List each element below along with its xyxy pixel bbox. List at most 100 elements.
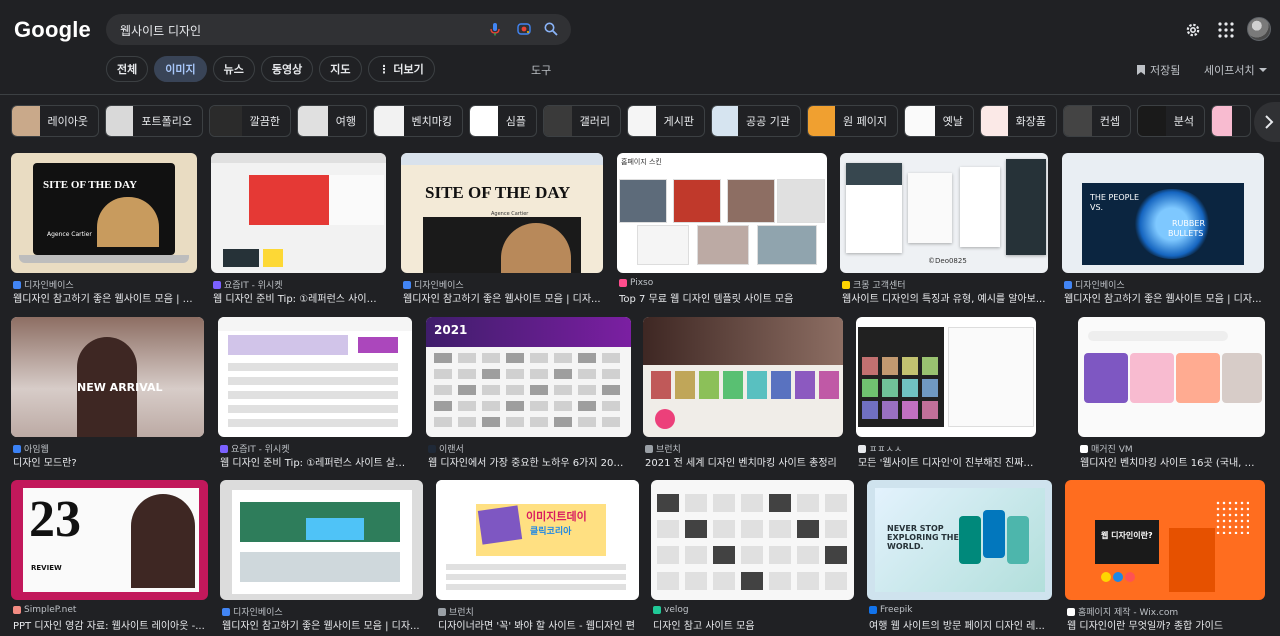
- tab-more[interactable]: ⋮ 더보기: [367, 56, 435, 82]
- tab-videos[interactable]: 동영상: [260, 56, 314, 82]
- filter-chip[interactable]: 화장품: [980, 105, 1057, 137]
- result-title[interactable]: 웹디자인 참고하기 좋은 웹사이트 모음 | 디자...: [403, 290, 601, 305]
- result-source[interactable]: SimpleP.net: [13, 605, 76, 615]
- blue-box: [306, 518, 364, 540]
- result-thumbnail[interactable]: [211, 153, 386, 273]
- filter-chip[interactable]: 공공 기관: [711, 105, 801, 137]
- image-result[interactable]: 브런치 2021 전 세계 디자인 벤치마킹 사이트 총정리: [643, 317, 843, 469]
- tab-news[interactable]: 뉴스: [212, 56, 255, 82]
- tools-button[interactable]: 도구: [531, 62, 551, 78]
- chips-next-button[interactable]: [1254, 102, 1280, 142]
- result-thumbnail[interactable]: SITE OF THE DAY Agence Cartier: [401, 153, 603, 273]
- result-thumbnail[interactable]: [643, 317, 843, 437]
- result-thumbnail[interactable]: NEVER STOP EXPLORING THE WORLD.: [867, 480, 1052, 600]
- search-input[interactable]: 웹사이트 디자인: [120, 22, 201, 39]
- image-result[interactable]: NEVER STOP EXPLORING THE WORLD. Freepik 여행 웹…: [867, 480, 1052, 632]
- tab-all[interactable]: 전체: [106, 56, 149, 82]
- result-thumbnail[interactable]: 이미지트데이 클릭코리아: [436, 480, 639, 600]
- result-title[interactable]: Top 7 무료 웹 디자인 템플릿 사이트 모음: [619, 290, 825, 305]
- image-result[interactable]: ©Deo0825 크몽 고객센터 웹사이트 디자인의 특징과 유형, 예시를 알아보…: [840, 153, 1048, 305]
- filter-chip[interactable]: 옛날: [904, 105, 974, 137]
- result-title[interactable]: PPT 디자인 영감 자료: 웹사이트 레이아웃 -...: [13, 617, 206, 632]
- filter-chip[interactable]: 깔끔한: [209, 105, 291, 137]
- result-source[interactable]: velog: [653, 605, 689, 615]
- logo-tile: [482, 369, 500, 379]
- filter-chip[interactable]: 포트폴리오: [105, 105, 203, 137]
- lens-camera-icon[interactable]: [516, 21, 532, 37]
- result-thumbnail[interactable]: THE PEOPLE VS. RUBBER BULLETS: [1062, 153, 1264, 273]
- filter-chip[interactable]: 여행: [297, 105, 367, 137]
- result-thumbnail[interactable]: [1078, 317, 1265, 437]
- result-title[interactable]: 웹사이트 디자인의 특징과 유형, 예시를 알아보...: [842, 290, 1046, 305]
- gear-icon[interactable]: [1184, 21, 1202, 39]
- favicon-icon: [428, 444, 436, 453]
- result-thumbnail[interactable]: [218, 317, 412, 437]
- image-result[interactable]: 요즘IT - 위시켓 웹 디자인 준비 Tip: ①레퍼런스 사이트 ...: [211, 153, 386, 305]
- result-title[interactable]: 웹 디자인 준비 Tip: ①레퍼런스 사이트 살펴...: [220, 454, 410, 469]
- result-title[interactable]: 웹디자인 참고하기 좋은 웹사이트 모음 | 디자...: [222, 617, 421, 632]
- google-logo[interactable]: Google: [14, 17, 91, 43]
- bookmark-icon: [1137, 65, 1145, 75]
- result-title[interactable]: 여행 웹 사이트의 방문 페이지 디자인 레...: [869, 617, 1050, 632]
- image-result[interactable]: 디자인베이스 웹디자인 참고하기 좋은 웹사이트 모음 | 디자...: [220, 480, 423, 632]
- result-title[interactable]: 모든 '웹사이트 디자인'이 진부해진 진짜 이유는...: [858, 454, 1034, 469]
- image-result[interactable]: NEW ARRIVAL 아임웹 디자인 모드란?: [11, 317, 204, 469]
- search-icon[interactable]: [543, 21, 559, 37]
- safesearch-dropdown[interactable]: 세이프서치: [1204, 62, 1267, 78]
- image-result[interactable]: velog 디자인 참고 사이트 모음: [651, 480, 854, 632]
- filter-chip[interactable]: 갤러리: [543, 105, 621, 137]
- red-hero: [249, 175, 329, 225]
- image-result[interactable]: 2021 이랜서 웹 디자인에서 가장 중요한 노하우 6가지 202...: [426, 317, 631, 469]
- card-text: 웹 디자인이란?: [1101, 531, 1153, 540]
- image-result[interactable]: 요즘IT - 위시켓 웹 디자인 준비 Tip: ①레퍼런스 사이트 살펴...: [218, 317, 412, 469]
- microphone-icon[interactable]: [487, 21, 503, 37]
- image-result[interactable]: 웹 디자인이란? 홈페이지 제작 - Wix.com 웹 디자인이란 무엇일까? 종…: [1065, 480, 1265, 632]
- result-title[interactable]: 웹 디자인이란 무엇일까? 종합 가이드: [1067, 617, 1263, 632]
- image-result[interactable]: ㅍㅍㅅㅅ모든 '웹사이트 디자인'이 진부해진 진짜 이유는...: [856, 317, 1036, 469]
- result-thumbnail[interactable]: [220, 480, 423, 600]
- search-box[interactable]: 웹사이트 디자인: [106, 14, 571, 45]
- result-thumbnail[interactable]: NEW ARRIVAL: [11, 317, 204, 437]
- result-source[interactable]: Pixso: [619, 278, 653, 288]
- image-result[interactable]: SITE OF THE DAY Agence Cartier 디자인베이스 웹디자인 …: [11, 153, 197, 305]
- result-thumbnail[interactable]: 홈페이지 스킨: [617, 153, 827, 273]
- tab-images[interactable]: 이미지: [154, 56, 207, 82]
- result-thumbnail[interactable]: 2021: [426, 317, 631, 437]
- image-result[interactable]: 23 REVIEW SimpleP.net PPT 디자인 영감 자료: 웹사이트 레…: [11, 480, 208, 632]
- result-title[interactable]: 웹 디자인 준비 Tip: ①레퍼런스 사이트 ...: [213, 290, 384, 305]
- result-title[interactable]: 웹 디자인에서 가장 중요한 노하우 6가지 202...: [428, 454, 629, 469]
- result-thumbnail[interactable]: ©Deo0825: [840, 153, 1048, 273]
- apps-grid-icon[interactable]: [1217, 21, 1235, 39]
- filter-chip[interactable]: 레이아웃: [11, 105, 99, 137]
- image-result[interactable]: 매거진 VM 웹디자인 벤치마킹 사이트 16곳 (국내, 해...: [1078, 317, 1265, 469]
- image-result[interactable]: 홈페이지 스킨 Pixso Top 7 무료 웹 디자인 템플릿 사이트 모음: [617, 153, 827, 305]
- image-result[interactable]: 이미지트데이 클릭코리아 브런치 디자이너라면 '꼭' 봐야 할 사이트 - 웹디자인…: [436, 480, 639, 632]
- result-thumbnail[interactable]: 23 REVIEW: [11, 480, 208, 600]
- result-source[interactable]: Freepik: [869, 605, 913, 615]
- result-thumbnail[interactable]: [651, 480, 854, 600]
- chip-thumbnail: [106, 106, 134, 136]
- filter-chip[interactable]: 게시판: [627, 105, 705, 137]
- result-title[interactable]: 디자인 모드란?: [13, 454, 202, 469]
- account-avatar[interactable]: [1247, 17, 1271, 41]
- result-thumbnail[interactable]: SITE OF THE DAY Agence Cartier: [11, 153, 197, 273]
- result-title[interactable]: 디자인 참고 사이트 모음: [653, 617, 852, 632]
- result-title[interactable]: 웹디자인 벤치마킹 사이트 16곳 (국내, 해...: [1080, 454, 1263, 469]
- image-result[interactable]: THE PEOPLE VS. RUBBER BULLETS 디자인베이스 웹디자인 참고하…: [1062, 153, 1264, 305]
- result-thumbnail[interactable]: 웹 디자인이란?: [1065, 480, 1265, 600]
- result-title[interactable]: 2021 전 세계 디자인 벤치마킹 사이트 총정리: [645, 454, 841, 469]
- filter-chip[interactable]: 컨셉: [1063, 105, 1131, 137]
- tab-maps[interactable]: 지도: [319, 56, 362, 82]
- saved-button[interactable]: 저장됨: [1136, 62, 1180, 78]
- filter-chip[interactable]: 벤치마킹: [373, 105, 463, 137]
- filter-chip[interactable]: [1211, 105, 1251, 137]
- filter-chip[interactable]: 원 페이지: [807, 105, 898, 137]
- filter-chip[interactable]: 심플: [469, 105, 537, 137]
- filter-chip[interactable]: 분석: [1137, 105, 1205, 137]
- result-title[interactable]: 디자이너라면 '꼭' 봐야 할 사이트 - 웹디자인 편: [438, 617, 637, 632]
- image-result[interactable]: SITE OF THE DAY Agence Cartier 디자인베이스 웹디자인 …: [401, 153, 603, 305]
- result-thumbnail[interactable]: [856, 317, 1036, 437]
- result-title[interactable]: 웹디자인 참고하기 좋은 웹사이트 모음 | 디자...: [1064, 290, 1262, 305]
- white-dots: [1215, 500, 1249, 534]
- result-title[interactable]: 웹디자인 참고하기 좋은 웹사이트 모음 | 디자...: [13, 290, 195, 305]
